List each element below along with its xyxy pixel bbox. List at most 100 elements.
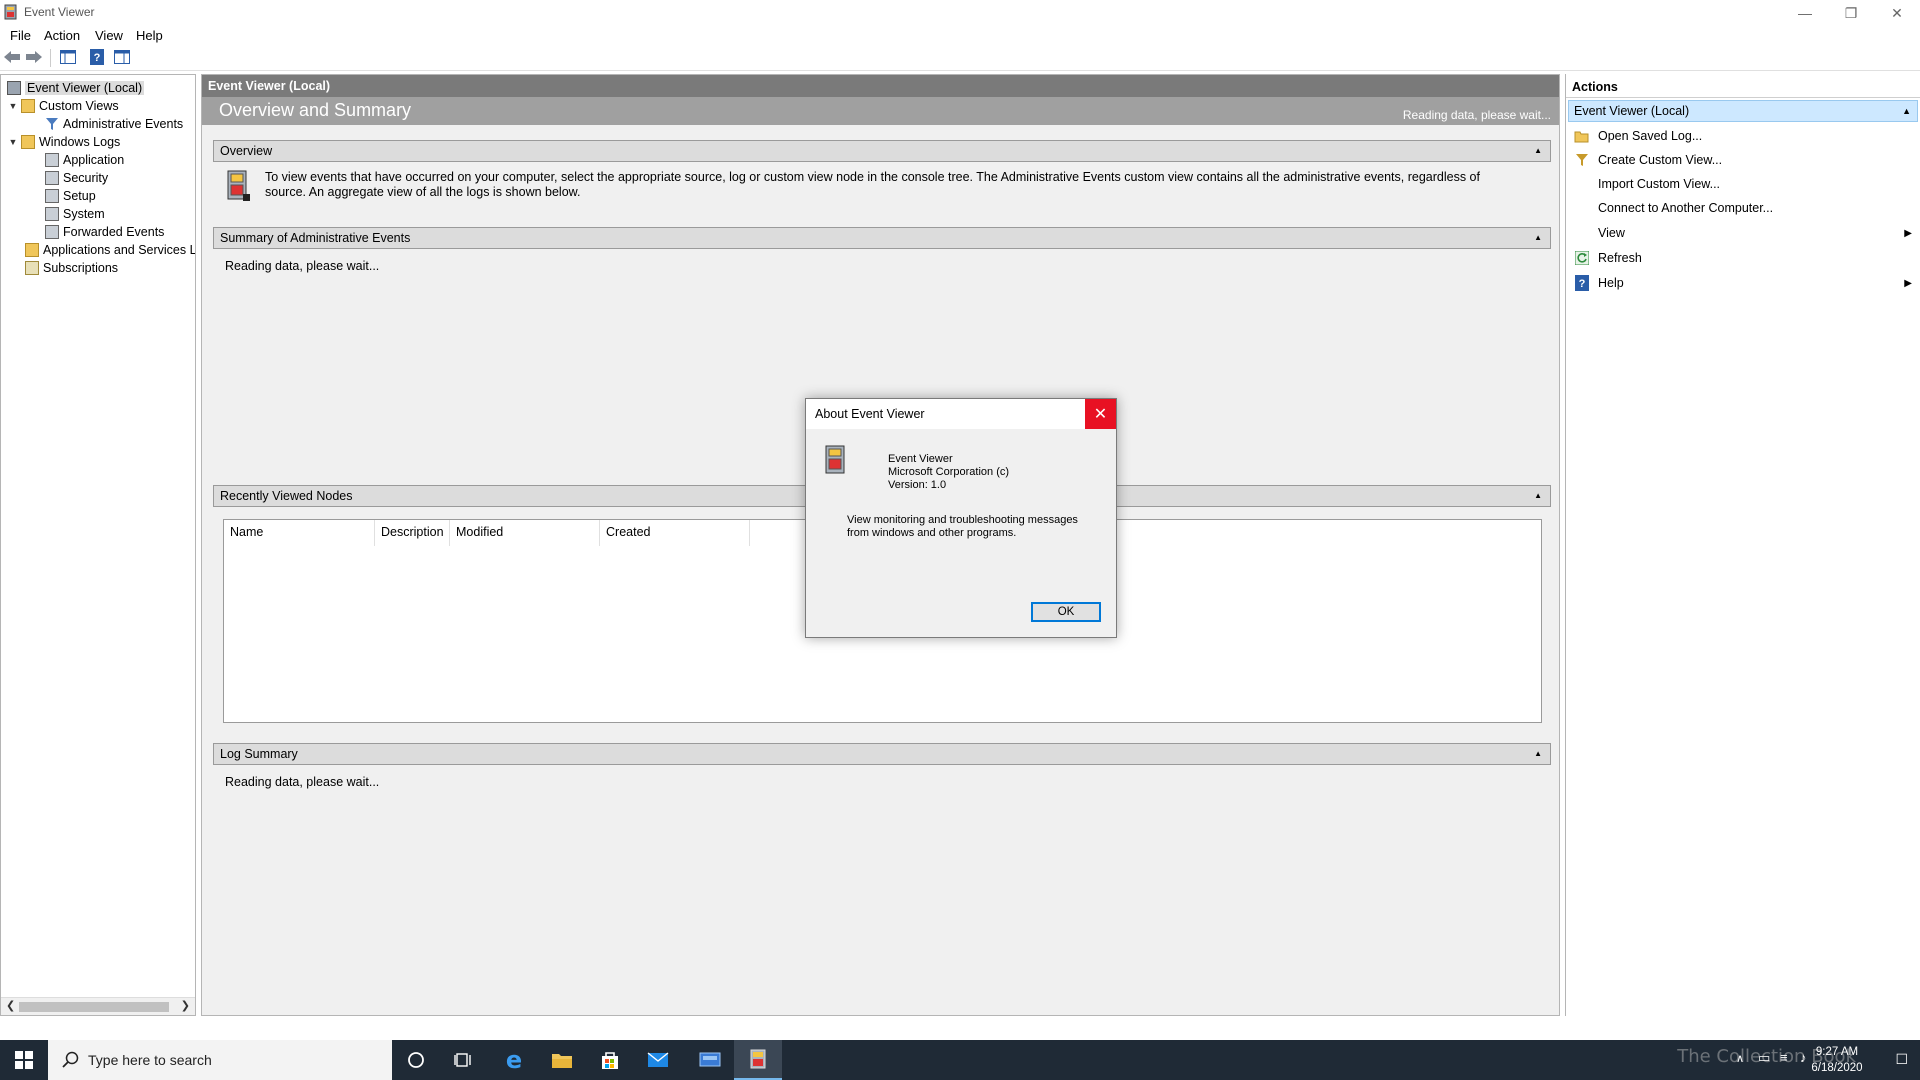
tray-overflow-chevron-icon[interactable]: ∧	[1736, 1052, 1744, 1065]
taskbar-search-box[interactable]: Type here to search	[48, 1040, 392, 1080]
help-toolbar-button[interactable]: ?	[87, 48, 107, 66]
collapse-icon[interactable]: ▲	[1534, 744, 1542, 764]
collapse-icon[interactable]: ▲	[1534, 228, 1542, 248]
action-label: Help	[1598, 276, 1624, 290]
submenu-arrow-icon: ▶	[1904, 277, 1912, 289]
column-separator[interactable]	[374, 520, 375, 546]
column-separator[interactable]	[749, 520, 750, 546]
clock-time: 9:27 AM	[1815, 1046, 1859, 1058]
collapse-icon[interactable]: ▲	[1534, 486, 1542, 506]
column-separator[interactable]	[599, 520, 600, 546]
forward-button[interactable]	[24, 48, 44, 66]
svg-text:?: ?	[94, 52, 101, 64]
log-summary-section-header[interactable]: Log Summary ▲	[213, 743, 1551, 765]
page-title: Overview and Summary	[219, 100, 412, 120]
tree-item-label: Security	[63, 170, 109, 185]
overview-section-header[interactable]: Overview ▲	[213, 140, 1551, 162]
column-separator[interactable]	[449, 520, 450, 546]
toolbar: ?	[0, 46, 1920, 71]
expand-chevron-icon[interactable]: ▼	[7, 137, 19, 147]
action-connect-another-computer[interactable]: Connect to Another Computer...	[1566, 196, 1918, 220]
action-refresh[interactable]: Refresh	[1566, 246, 1918, 270]
column-header-description[interactable]: Description	[381, 525, 444, 539]
tree-item-windows-logs[interactable]: ▼ Windows Logs	[7, 133, 120, 150]
menu-view[interactable]: View	[95, 28, 123, 43]
restore-button[interactable]: ❐	[1828, 0, 1874, 26]
server-manager-button[interactable]	[686, 1040, 734, 1080]
section-heading: Recently Viewed Nodes	[220, 489, 353, 503]
tree-item-custom-views[interactable]: ▼ Custom Views	[7, 97, 119, 114]
column-header-created[interactable]: Created	[606, 525, 650, 539]
toolbar-separator	[50, 49, 51, 67]
summary-section-header[interactable]: Summary of Administrative Events ▲	[213, 227, 1551, 249]
scroll-right-icon[interactable]: ❯	[181, 999, 190, 1012]
tree-item-event-viewer-local[interactable]: Event Viewer (Local)	[5, 79, 145, 96]
column-header-name[interactable]: Name	[230, 525, 263, 539]
folder-icon	[25, 242, 39, 257]
tree-item-label: Windows Logs	[39, 134, 121, 149]
expand-chevron-icon[interactable]: ▼	[7, 101, 19, 111]
section-heading: Overview	[220, 144, 273, 158]
search-placeholder: Type here to search	[88, 1052, 212, 1068]
tree-item-label: Setup	[63, 188, 96, 203]
task-view-icon	[454, 1053, 471, 1067]
event-viewer-taskbar-button[interactable]	[734, 1040, 782, 1080]
battery-icon[interactable]: ▭	[1758, 1050, 1770, 1066]
menu-action[interactable]: Action	[44, 28, 80, 43]
edge-app-button[interactable]: e	[490, 1040, 538, 1080]
tree-item-subscriptions[interactable]: Subscriptions	[23, 259, 118, 276]
minimize-icon: —	[1798, 5, 1812, 21]
close-icon: ✕	[1093, 406, 1108, 423]
tree-item-label: Forwarded Events	[63, 224, 165, 239]
action-view[interactable]: View ▶	[1566, 221, 1918, 245]
taskbar-clock[interactable]: 9:27 AM 6/18/2020	[1802, 1044, 1872, 1076]
actions-group-header[interactable]: Event Viewer (Local) ▲	[1568, 100, 1918, 122]
network-icon[interactable]: ≡	[1780, 1050, 1788, 1065]
dialog-version: Version: 1.0	[888, 479, 947, 491]
cortana-button[interactable]	[392, 1040, 440, 1080]
show-hide-action-pane-button[interactable]	[112, 48, 132, 66]
notifications-icon[interactable]: ☐	[1895, 1051, 1908, 1068]
tree-item-administrative-events[interactable]: Administrative Events	[43, 115, 183, 132]
close-window-button[interactable]: ✕	[1874, 0, 1920, 26]
collapse-icon[interactable]: ▲	[1902, 101, 1911, 121]
action-label: Open Saved Log...	[1598, 129, 1703, 143]
refresh-icon	[1574, 250, 1590, 266]
tree-horizontal-scrollbar[interactable]: ❮ ❯	[1, 997, 195, 1015]
action-import-custom-view[interactable]: Import Custom View...	[1566, 172, 1918, 196]
log-icon	[45, 152, 59, 167]
event-viewer-icon	[7, 80, 21, 95]
dialog-title-bar[interactable]: About Event Viewer ✕	[806, 399, 1116, 429]
tree-item-setup[interactable]: Setup	[43, 187, 96, 204]
tree-item-security[interactable]: Security	[43, 169, 108, 186]
mail-app-button[interactable]	[634, 1040, 682, 1080]
task-view-button[interactable]	[440, 1040, 488, 1080]
tree-item-forwarded-events[interactable]: Forwarded Events	[43, 223, 164, 240]
store-app-button[interactable]	[586, 1040, 634, 1080]
tree-item-applications-and-services[interactable]: Applications and Services Lo	[23, 241, 195, 258]
action-help[interactable]: ? Help ▶	[1566, 271, 1918, 295]
scrollbar-thumb[interactable]	[19, 1002, 169, 1012]
help-icon: ?	[1574, 275, 1590, 291]
tree-item-application[interactable]: Application	[43, 151, 124, 168]
collapse-icon[interactable]: ▲	[1534, 141, 1542, 161]
section-heading: Log Summary	[220, 747, 298, 761]
folder-icon	[21, 98, 35, 113]
scroll-left-icon[interactable]: ❮	[6, 999, 15, 1012]
show-hide-console-tree-button[interactable]	[58, 48, 78, 66]
column-header-modified[interactable]: Modified	[456, 525, 503, 539]
action-create-custom-view[interactable]: Create Custom View...	[1566, 148, 1918, 172]
tree-item-system[interactable]: System	[43, 205, 105, 222]
minimize-button[interactable]: —	[1782, 0, 1828, 26]
menu-help[interactable]: Help	[136, 28, 163, 43]
ok-button[interactable]: OK	[1031, 602, 1101, 622]
file-explorer-button[interactable]	[538, 1040, 586, 1080]
dialog-close-button[interactable]: ✕	[1085, 399, 1116, 429]
menu-file[interactable]: File	[10, 28, 31, 43]
back-button[interactable]	[2, 48, 22, 66]
section-heading: Summary of Administrative Events	[220, 231, 411, 245]
event-viewer-icon	[227, 170, 250, 201]
subscriptions-icon	[25, 260, 39, 275]
action-open-saved-log[interactable]: Open Saved Log...	[1566, 124, 1918, 148]
start-button[interactable]	[0, 1040, 48, 1080]
